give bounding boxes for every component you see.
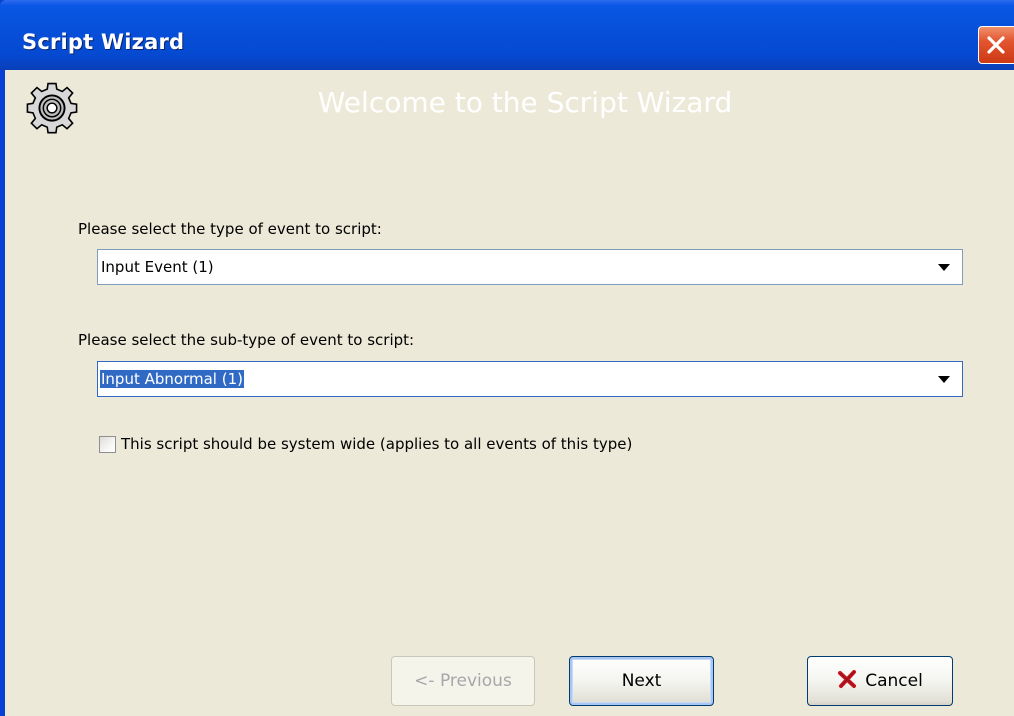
event-type-dropdown[interactable]: Input Event (1) [97,249,963,285]
gear-icon [26,82,78,134]
system-wide-checkbox[interactable] [99,436,116,453]
event-subtype-label: Please select the sub-type of event to s… [78,331,415,349]
chevron-down-icon[interactable] [938,264,950,271]
red-x-icon [838,670,857,688]
close-icon [987,36,1005,54]
script-wizard-window: Script Wizard Welcome to the Script Wiza… [0,0,1014,716]
event-type-label: Please select the type of event to scrip… [78,220,382,238]
cancel-button[interactable]: Cancel [807,656,953,706]
previous-button[interactable]: <- Previous [391,656,535,706]
chevron-down-icon[interactable] [938,376,950,383]
close-button[interactable] [978,26,1014,64]
title-bar[interactable]: Script Wizard [0,0,1014,70]
cancel-label: Cancel [865,671,923,691]
next-button[interactable]: Next [569,656,714,706]
system-wide-label[interactable]: This script should be system wide (appli… [121,435,632,453]
event-subtype-value: Input Abnormal (1) [99,369,245,389]
window-title: Script Wizard [22,30,185,54]
welcome-heading: Welcome to the Script Wizard [317,86,733,119]
event-type-value: Input Event (1) [101,258,214,276]
event-subtype-dropdown[interactable]: Input Abnormal (1) [97,361,963,397]
